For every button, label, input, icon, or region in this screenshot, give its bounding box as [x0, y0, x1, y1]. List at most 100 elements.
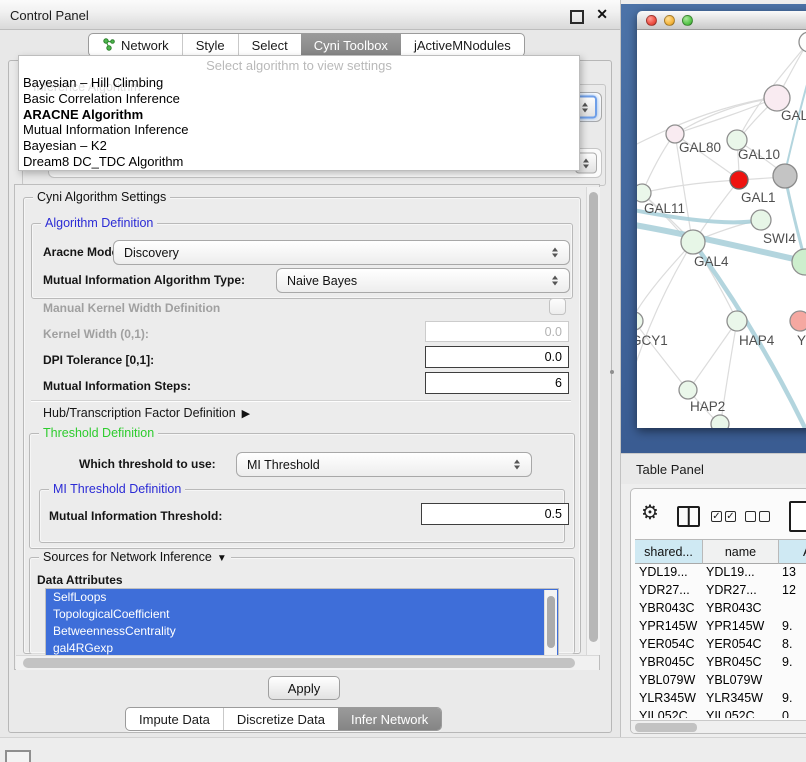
network-node[interactable] [711, 415, 729, 428]
network-node[interactable] [679, 381, 697, 399]
settings-vertical-scrollbar-thumb[interactable] [589, 192, 598, 642]
column-header-name[interactable]: name [703, 540, 779, 564]
manual-kernel-width-checkbox[interactable] [549, 298, 566, 315]
table-row[interactable]: YDL19...YDL19...13 [635, 563, 806, 581]
table-cell: YBR045C [703, 653, 779, 671]
table-row[interactable]: YER054CYER054C8. [635, 635, 806, 653]
zoom-traffic-light-icon[interactable] [682, 15, 693, 26]
table-row[interactable]: YLR345WYLR345W9. [635, 689, 806, 707]
network-node[interactable] [681, 230, 705, 254]
minimize-traffic-light-icon[interactable] [664, 15, 675, 26]
minimized-panel-icon[interactable] [5, 750, 31, 762]
aracne-mode-label: Aracne Mode: [43, 245, 122, 259]
table-cell: YIL052C [635, 707, 703, 718]
table-cell [779, 599, 806, 617]
tab-style[interactable]: Style [183, 34, 239, 56]
select-all-columns-icon[interactable]: ✓ ✓ [711, 511, 736, 522]
network-window-titlebar[interactable] [637, 11, 806, 30]
network-node[interactable] [727, 311, 747, 331]
export-table-icon[interactable] [789, 501, 806, 532]
column-header-shared-name[interactable]: shared... [635, 540, 703, 564]
algorithm-option[interactable]: Mutual Information Inference [21, 122, 577, 138]
table-horizontal-scrollbar[interactable] [631, 720, 806, 734]
kernel-width-field[interactable] [425, 321, 569, 342]
network-view-window: GALGAL80GAL10GAL1GAL11SWI4GAL4GCY1HAP4YH… [637, 11, 806, 428]
dpi-tolerance-field[interactable] [425, 346, 569, 368]
network-edge [637, 242, 693, 319]
table-row[interactable]: YBR045CYBR045C9. [635, 653, 806, 671]
network-icon [102, 37, 116, 54]
mi-threshold-field[interactable] [421, 503, 569, 525]
data-attribute-option[interactable]: TopologicalCoefficient [46, 606, 558, 623]
settings-horizontal-scrollbar-thumb[interactable] [23, 658, 575, 668]
table-header-row: shared... name A [635, 539, 806, 564]
expand-down-icon[interactable]: ▼ [217, 553, 227, 564]
tab-cyni-toolbox[interactable]: Cyni Toolbox [301, 34, 401, 56]
table-cell: 8. [779, 635, 806, 653]
data-attributes-list[interactable]: SelfLoopsTopologicalCoefficientBetweenne… [45, 588, 559, 660]
tab-impute-data[interactable]: Impute Data [126, 708, 224, 730]
table-row[interactable]: YPR145WYPR145W9. [635, 617, 806, 635]
network-node[interactable] [751, 210, 771, 230]
control-panel-title: Control Panel [10, 8, 89, 23]
split-pane-handle[interactable] [610, 370, 614, 374]
close-icon[interactable]: ✕ [596, 6, 608, 23]
data-attribute-option[interactable]: SelfLoops [46, 589, 558, 606]
table-row[interactable]: YBL079WYBL079W [635, 671, 806, 689]
hub-definition-toggle[interactable]: Hub/Transcription Factor Definition ▶ [43, 406, 250, 420]
table-row[interactable]: YIL052CYIL052C0. [635, 707, 806, 718]
table-cell: 9. [779, 617, 806, 635]
network-edge [637, 321, 686, 388]
algorithm-option[interactable]: Basic Correlation Inference [21, 91, 577, 107]
attributes-scrollbar-thumb[interactable] [547, 596, 555, 648]
apply-button[interactable]: Apply [268, 676, 340, 700]
tab-style-label: Style [196, 38, 225, 53]
sources-title-toggle[interactable]: Sources for Network Inference▼ [39, 550, 231, 564]
columns-icon[interactable] [677, 506, 700, 527]
which-threshold-combobox[interactable]: MI Threshold [236, 452, 532, 477]
tab-infer-network[interactable]: Infer Network [338, 708, 441, 730]
algorithm-option[interactable]: Bayesian – K2 [21, 138, 577, 154]
mi-steps-field[interactable] [425, 372, 569, 394]
network-node[interactable] [637, 184, 651, 202]
network-node[interactable] [730, 171, 748, 189]
mi-algorithm-type-combobox[interactable]: Naive Bayes [276, 268, 570, 293]
deselect-all-columns-icon[interactable] [745, 511, 770, 522]
table-cell: YDL19... [703, 563, 779, 581]
algorithm-option[interactable]: Bayesian – Hill Climbing [21, 75, 577, 91]
network-node-label: GAL10 [738, 147, 780, 162]
column-header-clipped[interactable]: A [779, 540, 806, 564]
algorithm-dropdown-popup: Inference Algorithm Select algorithm to … [18, 55, 580, 171]
aracne-mode-combobox[interactable]: Discovery [113, 240, 570, 265]
expand-right-icon[interactable]: ▶ [242, 407, 250, 420]
algorithm-option[interactable]: ARACNE Algorithm [21, 107, 577, 123]
table-cell: YBR043C [635, 599, 703, 617]
mi-algorithm-type-value: Naive Bayes [287, 274, 357, 288]
tab-jactivemnodules[interactable]: jActiveMNodules [401, 34, 524, 56]
table-row[interactable]: YBR043CYBR043C [635, 599, 806, 617]
dpi-tolerance-label: DPI Tolerance [0,1]: [43, 353, 154, 367]
network-node[interactable] [790, 311, 806, 331]
table-row[interactable]: YDR27...YDR27...12 [635, 581, 806, 599]
table-cell: YLR345W [703, 689, 779, 707]
unchecked-box-icon [759, 511, 770, 522]
network-node[interactable] [792, 249, 806, 275]
algorithm-option[interactable]: Dream8 DC_TDC Algorithm [21, 154, 577, 170]
network-node[interactable] [799, 32, 806, 52]
tab-select[interactable]: Select [239, 34, 302, 56]
hub-definition-label: Hub/Transcription Factor Definition [43, 406, 236, 420]
table-horizontal-scrollbar-thumb[interactable] [635, 723, 697, 732]
gear-icon[interactable]: ⚙ [641, 503, 659, 523]
settings-horizontal-scrollbar[interactable] [16, 655, 599, 670]
data-attribute-option[interactable]: BetweennessCentrality [46, 623, 558, 640]
tab-discretize-data[interactable]: Discretize Data [224, 708, 339, 730]
close-traffic-light-icon[interactable] [646, 15, 657, 26]
network-canvas[interactable]: GALGAL80GAL10GAL1GAL11SWI4GAL4GCY1HAP4YH… [637, 30, 806, 428]
network-node[interactable] [637, 312, 643, 330]
tab-network[interactable]: Network [89, 34, 183, 56]
settings-vertical-scrollbar[interactable] [586, 187, 600, 655]
attributes-scrollbar[interactable] [544, 590, 557, 658]
network-node[interactable] [773, 164, 797, 188]
float-window-icon[interactable] [570, 10, 584, 24]
table-cell: YBR045C [635, 653, 703, 671]
